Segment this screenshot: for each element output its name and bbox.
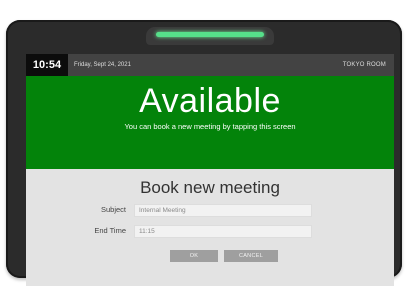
end-time-field[interactable]: 11:15: [134, 225, 312, 238]
subject-field[interactable]: Internal Meeting: [134, 204, 312, 217]
touch-screen: 10:54 Friday, Sept 24, 2021 TOKYO ROOM A…: [26, 54, 394, 286]
room-name: TOKYO ROOM: [342, 62, 386, 68]
clock: 10:54: [26, 54, 68, 76]
cancel-button[interactable]: CANCEL: [224, 250, 278, 262]
room-display-device: 10:54 Friday, Sept 24, 2021 TOKYO ROOM A…: [6, 20, 402, 286]
ok-button[interactable]: OK: [170, 250, 218, 262]
top-bar: 10:54 Friday, Sept 24, 2021 TOKYO ROOM: [26, 54, 394, 76]
date-label: Friday, Sept 24, 2021: [74, 62, 131, 68]
end-time-label: End Time: [94, 226, 126, 235]
status-led-strip: [156, 32, 264, 37]
form-title: Book new meeting: [140, 178, 280, 197]
availability-subtitle: You can book a new meeting by tapping th…: [124, 122, 296, 131]
subject-label: Subject: [100, 205, 126, 214]
availability-panel[interactable]: Available You can book a new meeting by …: [26, 76, 394, 169]
booking-form: Book new meeting Subject Internal Meetin…: [26, 169, 394, 286]
availability-title: Available: [139, 82, 281, 120]
